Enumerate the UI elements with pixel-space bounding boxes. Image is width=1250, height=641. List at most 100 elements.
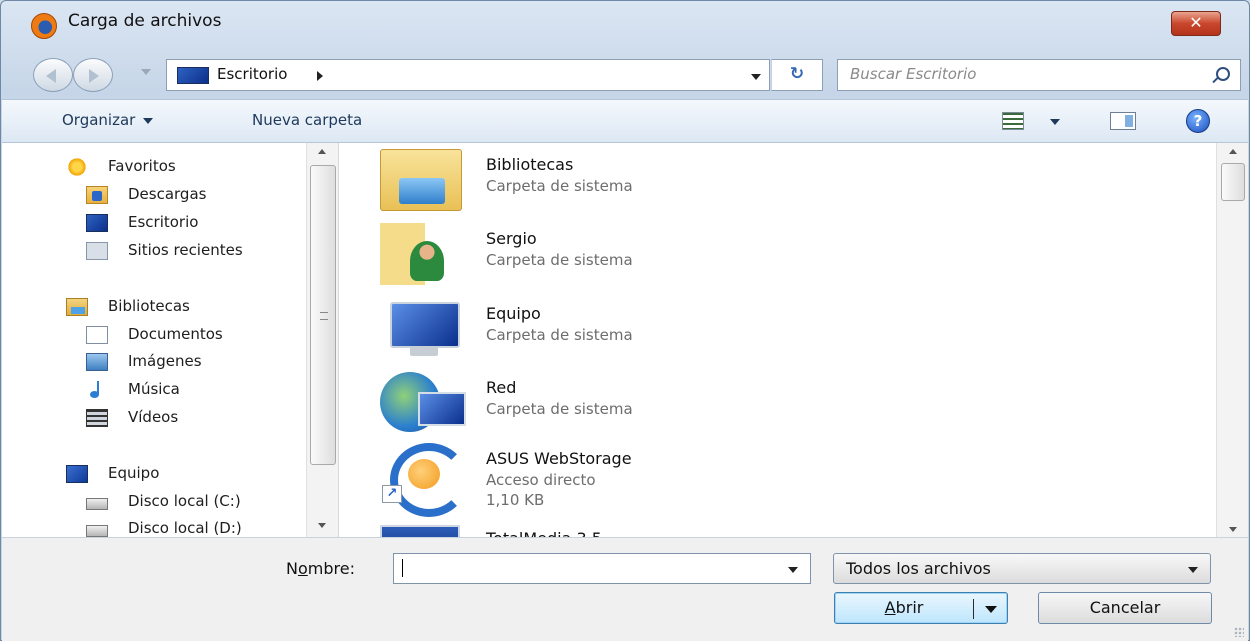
recent-locations-dropdown[interactable] [141,69,151,75]
breadcrumb-escritorio[interactable]: Escritorio [217,65,287,83]
nav-label: Escritorio [128,213,199,231]
libraries-folder-icon [380,149,462,211]
file-list-scrollbar[interactable] [1216,143,1248,537]
chevron-down-icon [1188,567,1198,573]
organize-label: Organizar [62,111,136,129]
user-folder-icon [380,223,462,285]
breadcrumb-chevron-icon[interactable] [317,71,323,81]
local-disk-icon [86,498,108,510]
open-options-dropdown-icon[interactable] [985,606,997,613]
file-type: Carpeta de sistema [486,251,633,269]
file-upload-dialog: Carga de archivos ✕ Escritorio ↻ Buscar … [0,0,1250,641]
open-button[interactable]: Abrir [834,592,1008,624]
file-name: TotalMedia 3.5 [486,529,602,537]
file-name-input[interactable] [396,556,766,581]
shortcut-arrow-icon: ↗ [382,485,402,503]
pictures-icon [86,353,108,371]
file-name: Equipo [486,304,541,323]
videos-icon [86,409,108,427]
command-bar: Organizar Nueva carpeta ? [2,99,1248,143]
nav-label: Documentos [128,325,223,343]
totalmedia-icon [380,525,460,537]
file-type: Carpeta de sistema [486,326,633,344]
label-part: mbre: [307,559,355,578]
nav-label: Música [128,380,180,398]
preview-pane-icon[interactable] [1110,112,1136,130]
address-history-dropdown[interactable] [751,74,761,80]
scroll-up-arrow-icon[interactable] [318,149,326,154]
organize-menu[interactable]: Organizar [62,111,154,129]
list-item[interactable]: ↗ ASUS WebStorage Acceso directo 1,10 KB [380,433,880,517]
file-name-combobox[interactable] [393,553,811,584]
network-icon [380,372,466,434]
scrollbar-thumb[interactable] [1221,163,1245,201]
firefox-icon [31,13,57,39]
list-item[interactable]: Equipo Carpeta de sistema [380,298,880,368]
scroll-down-arrow-icon[interactable] [1229,527,1237,532]
new-folder-button[interactable]: Nueva carpeta [252,111,362,129]
asus-webstorage-icon: ↗ [380,441,468,517]
file-name-label: Nombre: [286,559,355,578]
downloads-folder-icon [86,186,108,204]
address-row: Escritorio ↻ Buscar Escritorio [1,53,1249,97]
file-name: Red [486,378,517,397]
label-part: brir [895,598,924,617]
nav-label: Favoritos [108,157,176,175]
refresh-button[interactable]: ↻ [771,59,823,91]
split-divider [973,599,974,619]
documents-icon [86,326,108,344]
cancel-button[interactable]: Cancelar [1038,592,1212,624]
file-list: Bibliotecas Carpeta de sistema Sergio Ca… [344,143,1216,537]
file-type-value: Todos los archivos [846,559,991,578]
dialog-footer: Nombre: Todos los archivos Abrir Cancela… [2,537,1248,641]
forward-button[interactable] [73,58,113,92]
search-placeholder: Buscar Escritorio [850,65,977,83]
desktop-icon [177,67,209,84]
change-view-icon[interactable] [1002,112,1024,130]
list-item[interactable]: Red Carpeta de sistema [380,372,880,442]
back-button[interactable] [33,58,73,92]
local-disk-icon [86,525,108,537]
resize-grip-icon[interactable] [1234,627,1244,637]
file-type-select[interactable]: Todos los archivos [833,553,1211,584]
nav-label: Bibliotecas [108,297,190,315]
close-button[interactable]: ✕ [1171,11,1221,36]
file-name: ASUS WebStorage [486,449,632,468]
search-box[interactable]: Buscar Escritorio [837,59,1241,91]
file-name: Sergio [486,229,537,248]
search-icon[interactable] [1216,67,1230,81]
computer-icon [66,465,88,483]
chevron-down-icon[interactable] [788,567,798,573]
nav-label: Sitios recientes [128,241,243,259]
list-item[interactable]: TotalMedia 3.5 [380,523,880,537]
navigation-scrollbar[interactable] [306,143,338,537]
text-cursor [402,559,403,577]
file-type: Carpeta de sistema [486,177,633,195]
label-part: N [286,559,298,578]
file-name: Bibliotecas [486,155,574,174]
star-icon [66,158,88,176]
view-options-dropdown[interactable] [1050,119,1060,125]
chevron-down-icon [143,117,154,124]
scroll-up-arrow-icon[interactable] [1229,149,1237,154]
help-icon[interactable]: ? [1186,109,1210,133]
nav-label: Imágenes [128,352,202,370]
nav-label: Disco local (D:) [128,519,242,537]
list-item[interactable]: Bibliotecas Carpeta de sistema [380,149,880,219]
nav-label: Disco local (C:) [128,492,241,510]
address-bar[interactable]: Escritorio [166,59,770,91]
nav-label: Descargas [128,185,207,203]
open-label: Abrir [835,593,973,622]
title-bar: Carga de archivos ✕ [1,1,1249,45]
recent-places-icon [86,242,108,260]
scroll-down-arrow-icon[interactable] [318,523,326,528]
nav-label: Vídeos [128,408,179,426]
libraries-icon [66,298,88,316]
file-size: 1,10 KB [486,491,545,509]
label-accesskey: A [884,598,896,617]
desktop-icon [86,214,108,232]
scrollbar-thumb[interactable] [310,165,336,465]
music-icon [86,381,108,399]
list-item[interactable]: Sergio Carpeta de sistema [380,223,880,293]
computer-icon [380,298,462,360]
